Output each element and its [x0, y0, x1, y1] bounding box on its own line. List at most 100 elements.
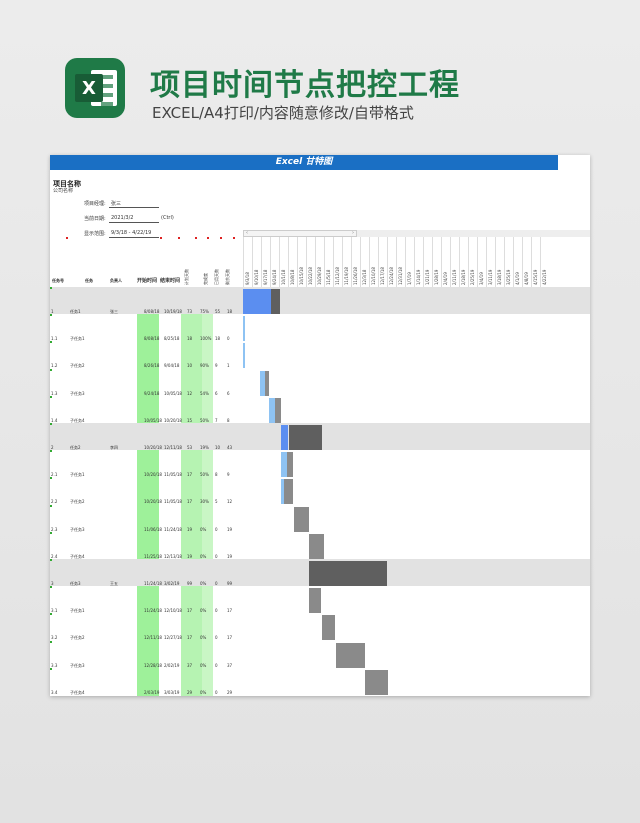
task-plan-days: 29 [187, 689, 193, 695]
company-name: 公司名称 [53, 188, 74, 194]
timeline-date: 1/28/19 [434, 269, 439, 285]
timeline-gridline [513, 237, 514, 287]
timeline-date: 9/24/18 [272, 269, 277, 285]
task-row[interactable]: 1.4 子任务4 10/05/18 10/20/18 15 50% 7 8 [50, 395, 590, 423]
timeline-gridline [369, 237, 370, 287]
timeline-gridline [414, 237, 415, 287]
task-remaining-days: 29 [227, 689, 233, 695]
timeline-date: 3/11/19 [488, 269, 493, 285]
timeline-gridline [342, 237, 343, 287]
timeline-gridline [405, 237, 406, 287]
task-row[interactable]: 2.2 子任务2 10/20/18 11/05/18 17 30% 5 12 [50, 477, 590, 505]
timeline-date: 2/25/19 [470, 269, 475, 285]
gantt-bar-remaining [288, 425, 323, 450]
task-row[interactable]: 2.4 子任务4 11/25/18 12/13/18 19 0% 0 19 [50, 531, 590, 559]
gantt-bar-remaining [274, 397, 281, 423]
task-row[interactable]: 3.2 子任务2 12/11/18 12/27/18 17 0% 0 17 [50, 613, 590, 641]
col-header-end: 结束时间 [160, 278, 181, 284]
task-summary-row[interactable]: 2 任务2 李四 10/20/18 12/11/18 53 19% 10 43 [50, 423, 590, 450]
row-marker [50, 314, 52, 317]
timeline-scroll[interactable]: ‹ › [243, 230, 357, 237]
timeline-date: 10/15/18 [299, 267, 304, 285]
gantt-bar-remaining [294, 506, 309, 532]
task-row[interactable]: 3.4 子任务4 2/03/19 3/03/19 29 0% 0 29 [50, 667, 590, 695]
col-header-remaining: 剩余天数 [225, 269, 230, 285]
task-start: 2/03/19 [144, 689, 160, 695]
gantt-bar-remaining [270, 289, 280, 314]
marker [220, 237, 222, 239]
row-marker [50, 368, 52, 371]
marker [66, 237, 68, 239]
manager-value[interactable]: 张三 [111, 200, 121, 207]
timeline-gridline [243, 237, 244, 287]
row-marker [50, 450, 52, 453]
timeline-date: 10/22/18 [308, 267, 313, 285]
col-header-used: 已用天数 [214, 269, 219, 285]
gantt-bar-remaining [309, 533, 324, 559]
gantt-bar-remaining [308, 561, 387, 586]
task-row[interactable]: 2.3 子任务3 11/06/18 11/24/18 19 0% 0 19 [50, 504, 590, 532]
timeline-date: 3/18/19 [497, 269, 502, 285]
row-marker [50, 640, 52, 643]
timeline-gridline [432, 237, 433, 287]
marker [233, 237, 235, 239]
current-date-note: (Ctrl) [161, 215, 174, 221]
timeline-gridline [279, 237, 280, 287]
task-used-days: 0 [215, 689, 218, 695]
row-marker [50, 477, 52, 480]
row-marker [50, 341, 52, 344]
marker [178, 237, 180, 239]
gantt-bar-remaining [308, 588, 322, 614]
timeline-gridline [450, 237, 451, 287]
timeline-date: 2/11/19 [452, 269, 457, 285]
task-row[interactable]: 2.1 子任务1 10/20/18 11/05/18 17 50% 8 9 [50, 450, 590, 478]
spreadsheet-preview: Excel 甘特图 项目名称 公司名称 项目经理: 张三 当前日期: 2021/… [50, 155, 590, 696]
timeline-gridline [468, 237, 469, 287]
display-range-label: 显示范围: [84, 231, 106, 237]
timeline-gridline [288, 237, 289, 287]
timeline-strip [357, 230, 590, 237]
excel-x-icon: X [75, 74, 103, 102]
timeline-date: 12/3/18 [362, 269, 367, 285]
display-range-value[interactable]: 9/3/18 - 4/22/19 [111, 230, 151, 236]
timeline-gridline [378, 237, 379, 287]
timeline-date: 9/10/18 [254, 269, 259, 285]
timeline-date: 12/10/18 [371, 267, 376, 285]
current-date-value[interactable]: 2021/3/2 [111, 215, 133, 221]
timeline-date: 10/1/18 [281, 269, 286, 285]
timeline-gridline [531, 237, 532, 287]
timeline-gridline [477, 237, 478, 287]
marker [160, 237, 162, 239]
task-summary-row[interactable]: 1 任务1 张三 8/08/18 10/19/18 73 75% 55 18 [50, 287, 590, 314]
scroll-right-icon[interactable]: › [352, 230, 354, 236]
gantt-bar-remaining [287, 452, 294, 478]
timeline-gridline [261, 237, 262, 287]
task-end: 3/03/19 [164, 689, 180, 695]
timeline-gridline [252, 237, 253, 287]
task-summary-row[interactable]: 3 任务3 王五 11/24/18 3/02/19 99 0% 0 99 [50, 559, 590, 586]
page-subtitle: EXCEL/A4打印/内容随意修改/自带格式 [152, 104, 414, 122]
gantt-bar-remaining [365, 669, 388, 695]
task-row[interactable]: 1.2 子任务2 8/26/18 9/04/18 10 90% 9 1 [50, 341, 590, 369]
manager-underline [109, 207, 159, 208]
task-row[interactable]: 3.1 子任务1 11/24/18 12/10/18 17 0% 0 17 [50, 586, 590, 614]
col-header-owner: 负责人 [110, 278, 122, 283]
timeline-date: 9/17/18 [263, 269, 268, 285]
task-row[interactable]: 1.1 子任务1 8/08/18 8/25/18 18 100% 18 0 [50, 314, 590, 342]
col-header-task: 任务 [85, 278, 93, 283]
gantt-bar-done [243, 316, 245, 342]
marker [207, 237, 209, 239]
task-row[interactable]: 3.3 子任务3 12/28/18 2/02/19 37 0% 0 37 [50, 640, 590, 668]
timeline-date: 11/26/18 [353, 267, 358, 285]
row-marker [50, 395, 52, 398]
timeline-gridline [270, 237, 271, 287]
task-row[interactable]: 1.3 子任务3 9/24/18 10/05/18 12 54% 6 6 [50, 368, 590, 396]
col-header-num: 任务号 [52, 278, 64, 283]
scroll-left-icon[interactable]: ‹ [246, 230, 248, 236]
gantt-bar-done [243, 343, 245, 369]
row-marker [50, 423, 52, 425]
timeline-gridline [387, 237, 388, 287]
display-range-underline [109, 237, 159, 238]
timeline-gridline [495, 237, 496, 287]
timeline-date: 4/15/19 [533, 269, 538, 285]
